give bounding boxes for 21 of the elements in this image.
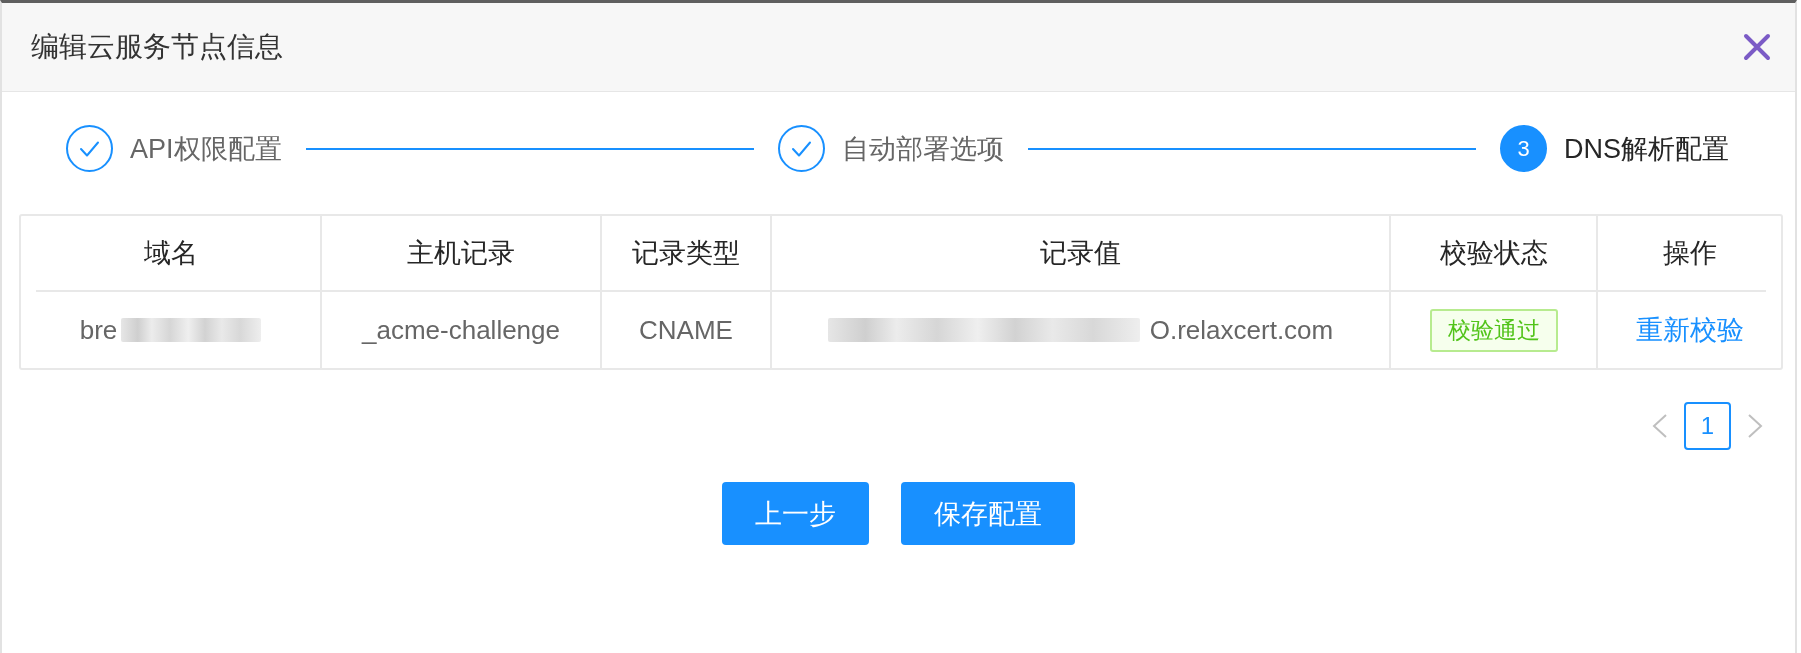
column-header: 主机记录: [407, 237, 515, 270]
table-cell: O.relaxcert.com: [1149, 314, 1334, 346]
close-icon[interactable]: [1743, 33, 1771, 61]
page-number-button[interactable]: 1: [1684, 402, 1731, 450]
column-header: 记录值: [1040, 237, 1121, 270]
table-cell: _acme-challenge: [362, 314, 560, 346]
action-button[interactable]: 保存配置: [901, 482, 1075, 545]
step-label: DNS解析配置: [1564, 132, 1729, 166]
step-label: 自动部署选项: [841, 132, 1004, 166]
table-cell: bre: [79, 314, 118, 346]
status-tag: 校验通过: [1429, 308, 1558, 352]
step-label: API权限配置: [130, 132, 282, 166]
column-header: 操作: [1662, 237, 1717, 270]
table-cell: CNAME: [639, 314, 733, 346]
dialog-title: 编辑云服务节点信息: [31, 30, 283, 64]
step-number: 3: [1500, 125, 1547, 172]
column-header: 记录类型: [632, 237, 740, 270]
column-header: 校验状态: [1439, 237, 1548, 270]
action-button[interactable]: 上一步: [722, 482, 869, 545]
recheck-link[interactable]: 重新校验: [1635, 312, 1744, 348]
column-header: 域名: [143, 237, 198, 270]
